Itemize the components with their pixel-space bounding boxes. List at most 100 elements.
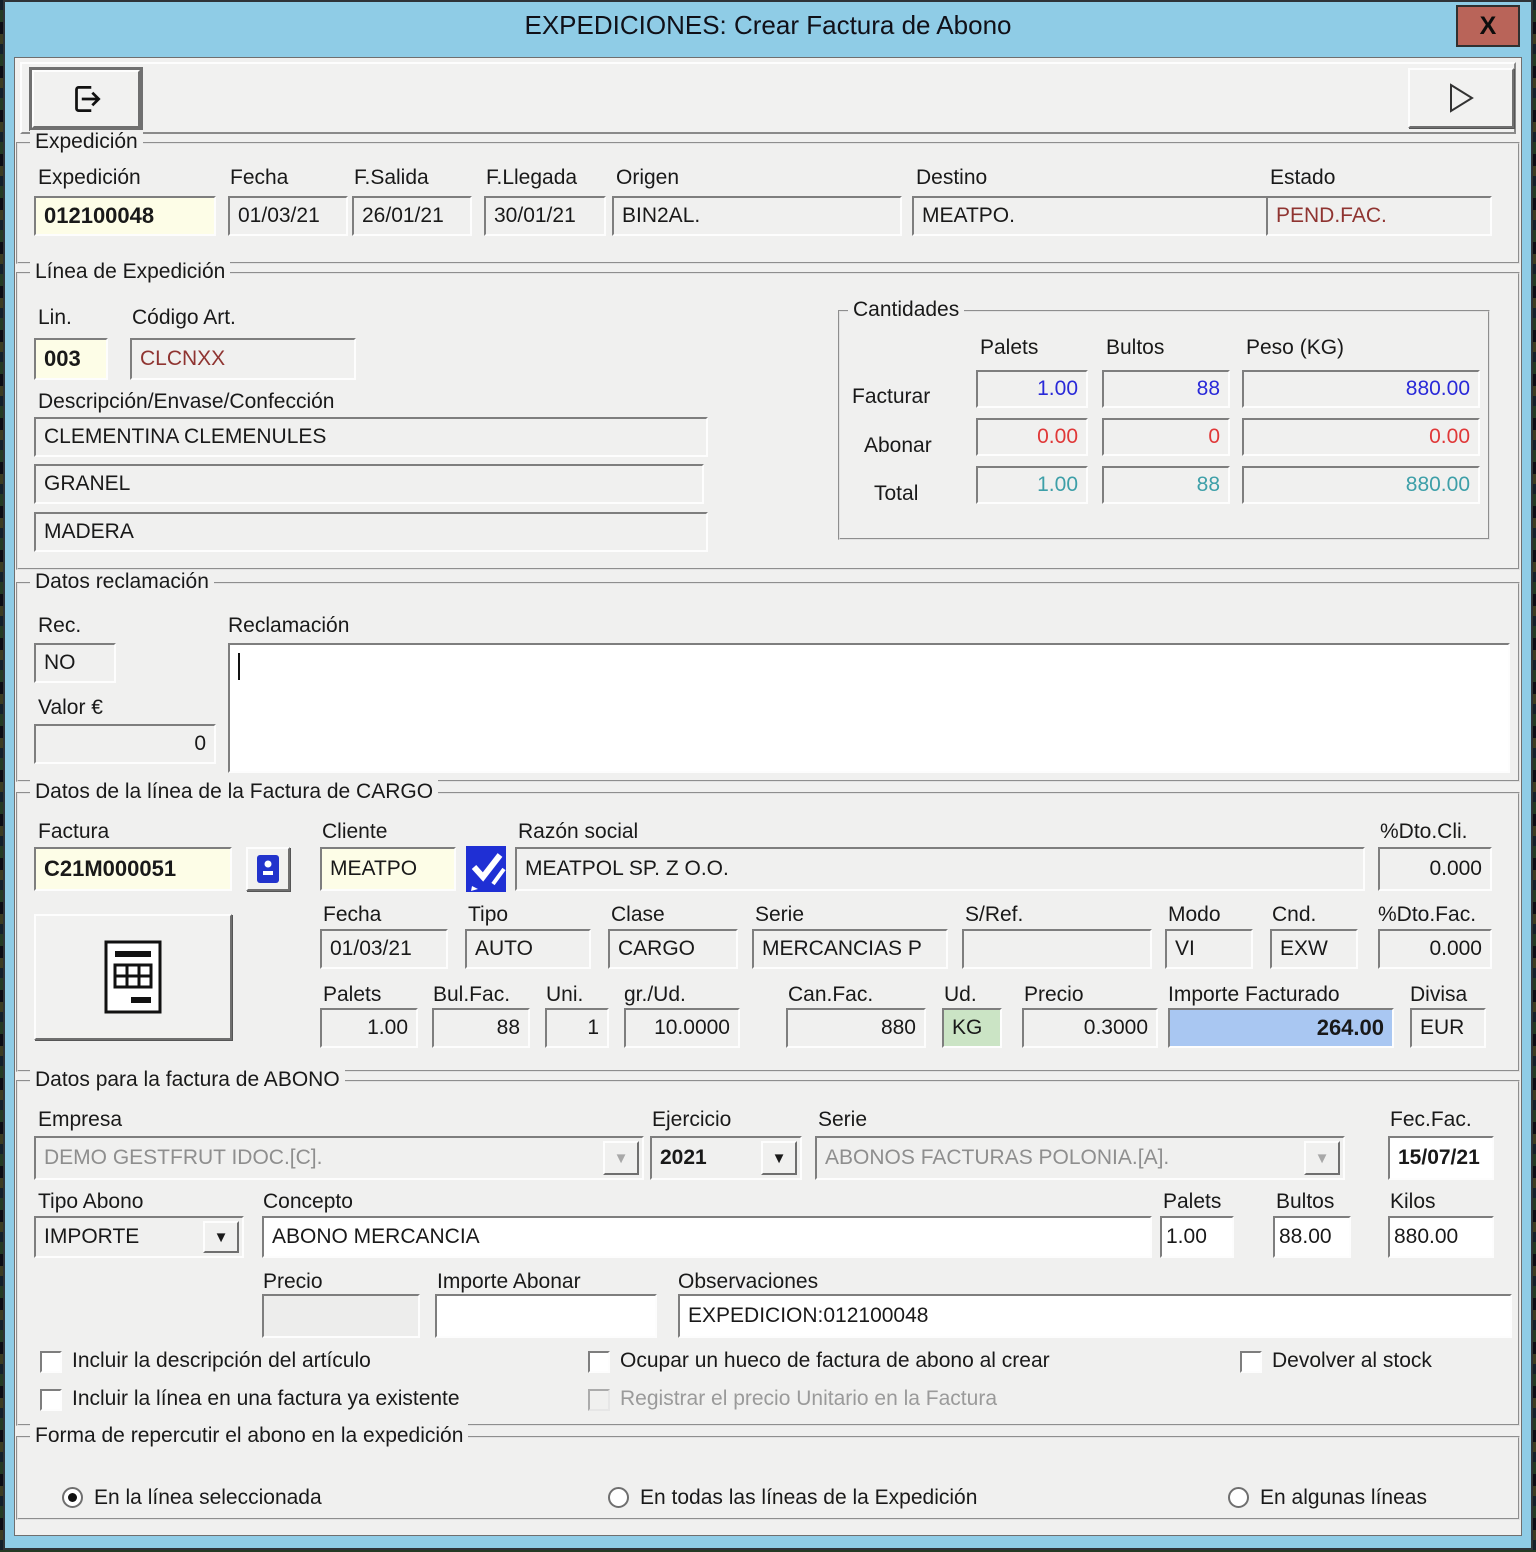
tipo-field[interactable]: AUTO	[465, 929, 591, 969]
client-edit-button[interactable]	[466, 846, 506, 892]
origen-field[interactable]: BIN2AL.	[612, 196, 902, 236]
facturar-bultos-field[interactable]: 88	[1102, 370, 1230, 408]
envase-field[interactable]: GRANEL	[34, 464, 704, 504]
codigo-art-field[interactable]: CLCNXX	[130, 338, 356, 380]
cantidades-col-peso: Peso (KG)	[1246, 336, 1344, 360]
fec-fac-field[interactable]: 15/07/21	[1388, 1136, 1494, 1180]
importe-facturado-field[interactable]: 264.00	[1168, 1008, 1394, 1048]
cnd-field[interactable]: EXW	[1270, 929, 1358, 969]
codigo-art-label: Código Art.	[132, 306, 236, 330]
exit-icon	[67, 80, 105, 118]
descripcion-field[interactable]: CLEMENTINA CLEMENULES	[34, 417, 708, 457]
abonar-palets-field[interactable]: 0.00	[976, 418, 1088, 456]
observaciones-field[interactable]: EXPEDICION:012100048	[678, 1294, 1512, 1338]
checkbox-ocupar-hueco[interactable]	[588, 1351, 610, 1373]
cargo-fecha-field[interactable]: 01/03/21	[320, 929, 448, 969]
checkbox-devolver-stock[interactable]	[1240, 1351, 1262, 1373]
ejercicio-combobox[interactable]: 2021 ▼	[650, 1136, 802, 1180]
factura-lookup-button[interactable]	[246, 847, 290, 891]
checkbox-incluir-descripcion[interactable]	[40, 1351, 62, 1373]
bul-fac-field[interactable]: 88	[432, 1008, 530, 1048]
can-fac-field[interactable]: 880	[786, 1008, 926, 1048]
fecha-field[interactable]: 01/03/21	[228, 196, 348, 236]
empresa-label: Empresa	[38, 1108, 122, 1132]
chevron-down-icon[interactable]: ▼	[761, 1141, 797, 1175]
cliente-field[interactable]: MEATPO	[320, 847, 456, 891]
run-button[interactable]	[1408, 68, 1514, 128]
chevron-down-icon[interactable]: ▼	[203, 1221, 239, 1253]
checkbox-incluir-linea-existente[interactable]	[40, 1389, 62, 1411]
abono-palets-field[interactable]: 1.00	[1160, 1216, 1234, 1258]
tipo-abono-value: IMPORTE	[44, 1225, 139, 1249]
serie-label: Serie	[755, 903, 804, 927]
divisa-field[interactable]: EUR	[1410, 1008, 1486, 1048]
chevron-down-icon[interactable]: ▼	[1304, 1141, 1340, 1175]
dto-cli-field[interactable]: 0.000	[1378, 847, 1492, 891]
importe-facturado-label: Importe Facturado	[1168, 983, 1340, 1007]
radio-algunas-lineas[interactable]	[1228, 1487, 1249, 1508]
radio-linea-seleccionada-label: En la línea seleccionada	[94, 1486, 322, 1510]
gr-ud-label: gr./Ud.	[624, 983, 686, 1007]
importe-abonar-label: Importe Abonar	[437, 1270, 581, 1294]
facturar-peso-field[interactable]: 880.00	[1242, 370, 1480, 408]
fllegada-field[interactable]: 30/01/21	[484, 196, 606, 236]
lin-label: Lin.	[38, 306, 72, 330]
serie-field[interactable]: MERCANCIAS P	[752, 929, 948, 969]
radio-todas-lineas[interactable]	[608, 1487, 629, 1508]
cargo-palets-field[interactable]: 1.00	[320, 1008, 418, 1048]
dialog-window: EXPEDICIONES: Crear Factura de Abono X E…	[0, 0, 1536, 1552]
abono-serie-value: ABONOS FACTURAS POLONIA.[A].	[825, 1146, 1169, 1170]
cargo-palets-label: Palets	[323, 983, 381, 1007]
rec-field[interactable]: NO	[34, 643, 116, 683]
client-edit-icon	[466, 846, 506, 892]
empresa-combobox[interactable]: DEMO GESTFRUT IDOC.[C]. ▼	[34, 1136, 644, 1180]
confeccion-field[interactable]: MADERA	[34, 512, 708, 552]
abono-bultos-field[interactable]: 88.00	[1273, 1216, 1351, 1258]
gr-ud-field[interactable]: 10.0000	[624, 1008, 740, 1048]
checkbox-incluir-linea-existente-label: Incluir la línea en una factura ya exist…	[72, 1387, 460, 1411]
dto-fac-field[interactable]: 0.000	[1378, 929, 1492, 969]
exit-button[interactable]	[32, 70, 140, 128]
chevron-down-icon[interactable]: ▼	[603, 1141, 639, 1175]
radio-linea-seleccionada[interactable]	[62, 1487, 83, 1508]
total-peso-field: 880.00	[1242, 466, 1480, 504]
destino-field[interactable]: MEATPO.	[912, 196, 1270, 236]
razon-social-field[interactable]: MEATPOL SP. Z O.O.	[515, 847, 1365, 891]
factura-field[interactable]: C21M000051	[34, 847, 232, 891]
group-cargo-legend: Datos de la línea de la Factura de CARGO	[30, 780, 438, 804]
abono-serie-combobox[interactable]: ABONOS FACTURAS POLONIA.[A]. ▼	[815, 1136, 1345, 1180]
descripcion-label: Descripción/Envase/Confección	[38, 390, 334, 414]
modo-field[interactable]: VI	[1165, 929, 1253, 969]
cliente-label: Cliente	[322, 820, 387, 844]
tipo-abono-label: Tipo Abono	[38, 1190, 143, 1214]
view-invoice-button[interactable]	[34, 914, 232, 1040]
sref-field[interactable]	[962, 929, 1152, 969]
importe-abonar-field[interactable]	[435, 1294, 657, 1338]
ud-field[interactable]: KG	[942, 1008, 1002, 1048]
fsalida-field[interactable]: 26/01/21	[352, 196, 472, 236]
divisa-label: Divisa	[1410, 983, 1467, 1007]
close-button[interactable]: X	[1456, 5, 1520, 47]
reclamacion-textarea[interactable]	[228, 643, 1510, 773]
group-linea-legend: Línea de Expedición	[30, 260, 230, 284]
lin-field[interactable]: 003	[34, 338, 108, 380]
uni-field[interactable]: 1	[545, 1008, 609, 1048]
rec-label: Rec.	[38, 614, 81, 638]
precio-field[interactable]: 0.3000	[1022, 1008, 1158, 1048]
abonar-bultos-field[interactable]: 0	[1102, 418, 1230, 456]
concepto-field[interactable]: ABONO MERCANCIA	[262, 1216, 1152, 1258]
observaciones-label: Observaciones	[678, 1270, 818, 1294]
kilos-field[interactable]: 880.00	[1388, 1216, 1494, 1258]
estado-field[interactable]: PEND.FAC.	[1266, 196, 1492, 236]
abonar-peso-field[interactable]: 0.00	[1242, 418, 1480, 456]
facturar-palets-field[interactable]: 1.00	[976, 370, 1088, 408]
fllegada-label: F.Llegada	[486, 166, 577, 190]
valor-field[interactable]: 0	[34, 724, 216, 764]
destino-label: Destino	[916, 166, 987, 190]
can-fac-label: Can.Fac.	[788, 983, 873, 1007]
tipo-abono-combobox[interactable]: IMPORTE ▼	[34, 1216, 244, 1258]
clase-field[interactable]: CARGO	[608, 929, 738, 969]
expedicion-field[interactable]: 012100048	[34, 196, 216, 236]
ejercicio-value: 2021	[660, 1146, 707, 1170]
dto-fac-label: %Dto.Fac.	[1378, 903, 1476, 927]
